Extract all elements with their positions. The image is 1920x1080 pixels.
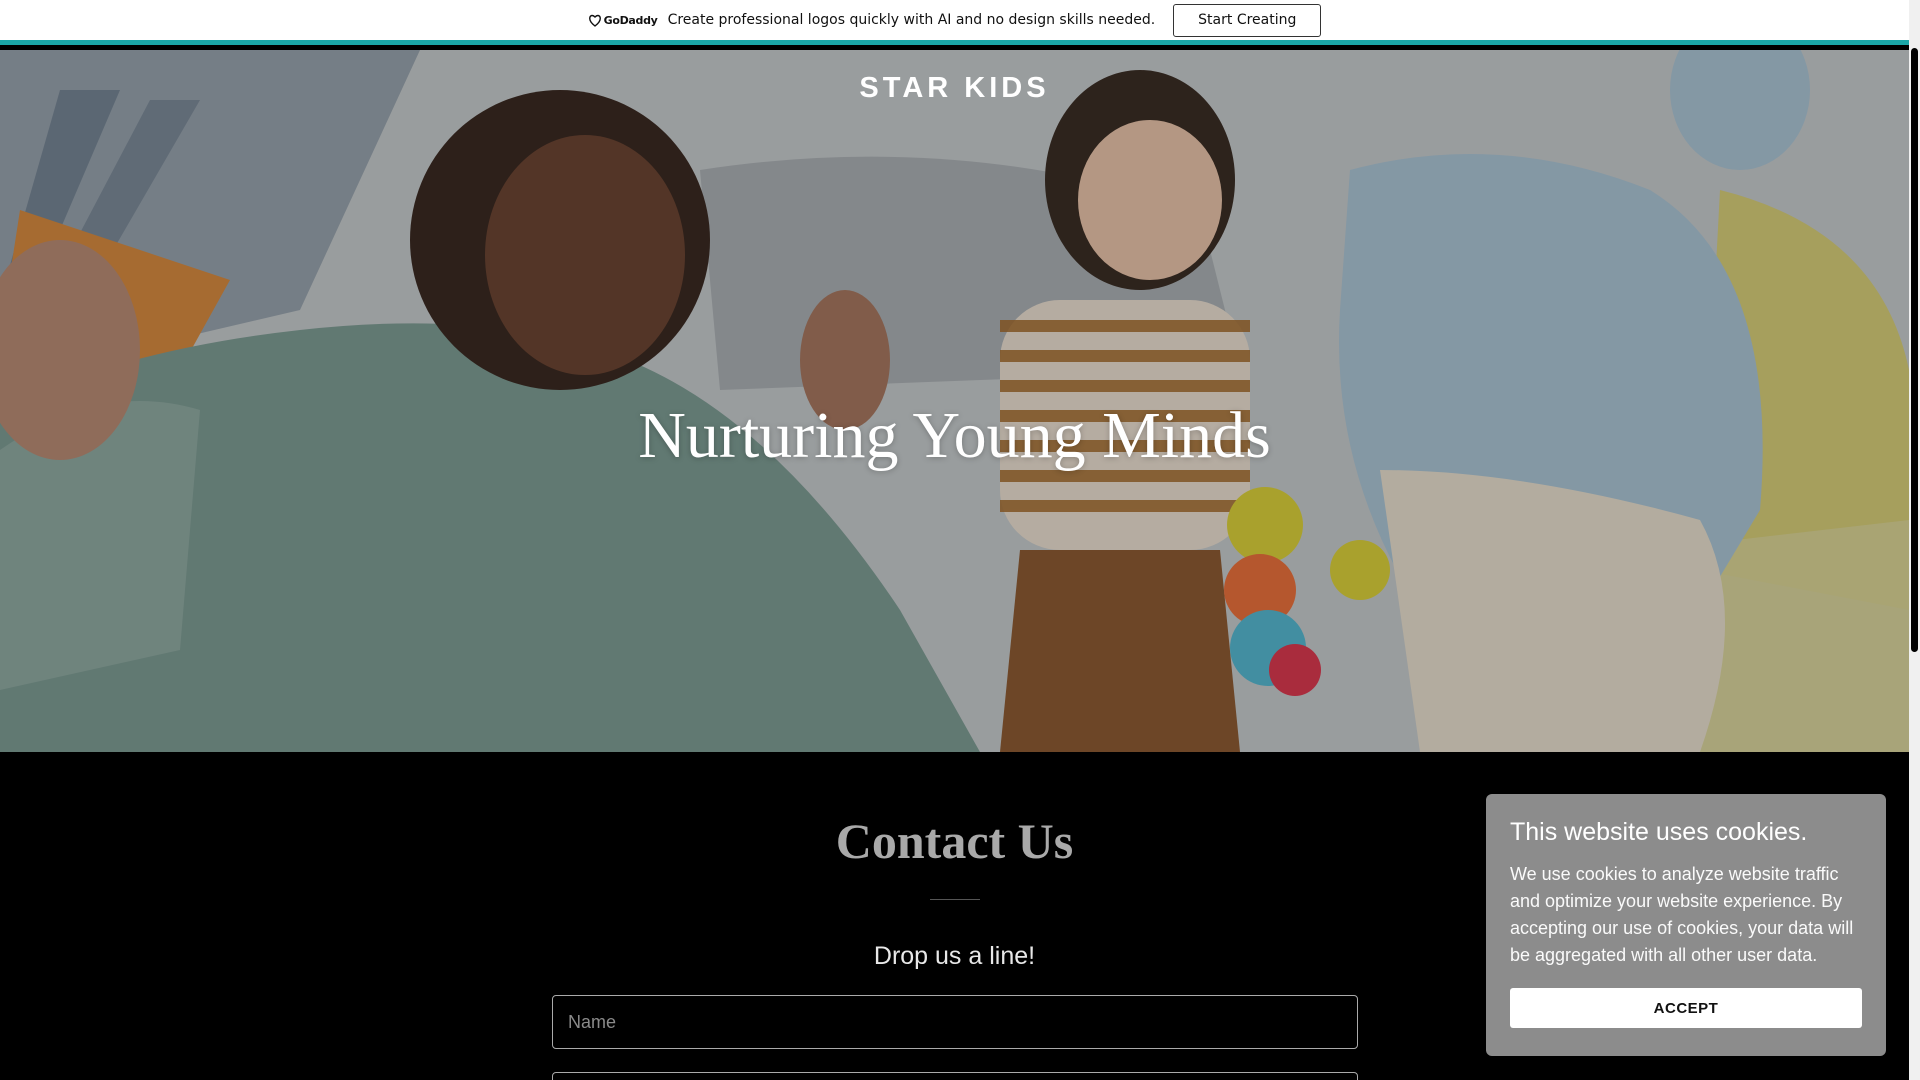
accept-cookies-button[interactable]: ACCEPT [1510,988,1862,1028]
page-scrollbar[interactable] [1909,0,1920,1080]
promo-text: Create professional logos quickly with A… [667,12,1156,28]
hero-section: STAR KIDS Nurturing Young Minds [0,50,1909,752]
godaddy-wordmark: GoDaddy [603,13,658,27]
name-input[interactable] [552,995,1358,1049]
cookie-body: We use cookies to analyze website traffi… [1510,864,1854,965]
start-creating-button[interactable]: Start Creating [1173,3,1322,37]
scrollbar-thumb[interactable] [1911,48,1918,652]
godaddy-logo: GoDaddy [588,14,658,27]
cookie-banner: This website uses cookies. We use cookie… [1486,794,1886,1056]
godaddy-icon [588,14,601,27]
site-title[interactable]: STAR KIDS [0,72,1909,105]
email-input[interactable] [552,1072,1358,1080]
section-divider [930,899,980,900]
cookie-title: This website uses cookies. [1510,818,1808,846]
hero-heading: Nurturing Young Minds [638,399,1271,472]
promo-banner: GoDaddy Create professional logos quickl… [0,0,1909,45]
